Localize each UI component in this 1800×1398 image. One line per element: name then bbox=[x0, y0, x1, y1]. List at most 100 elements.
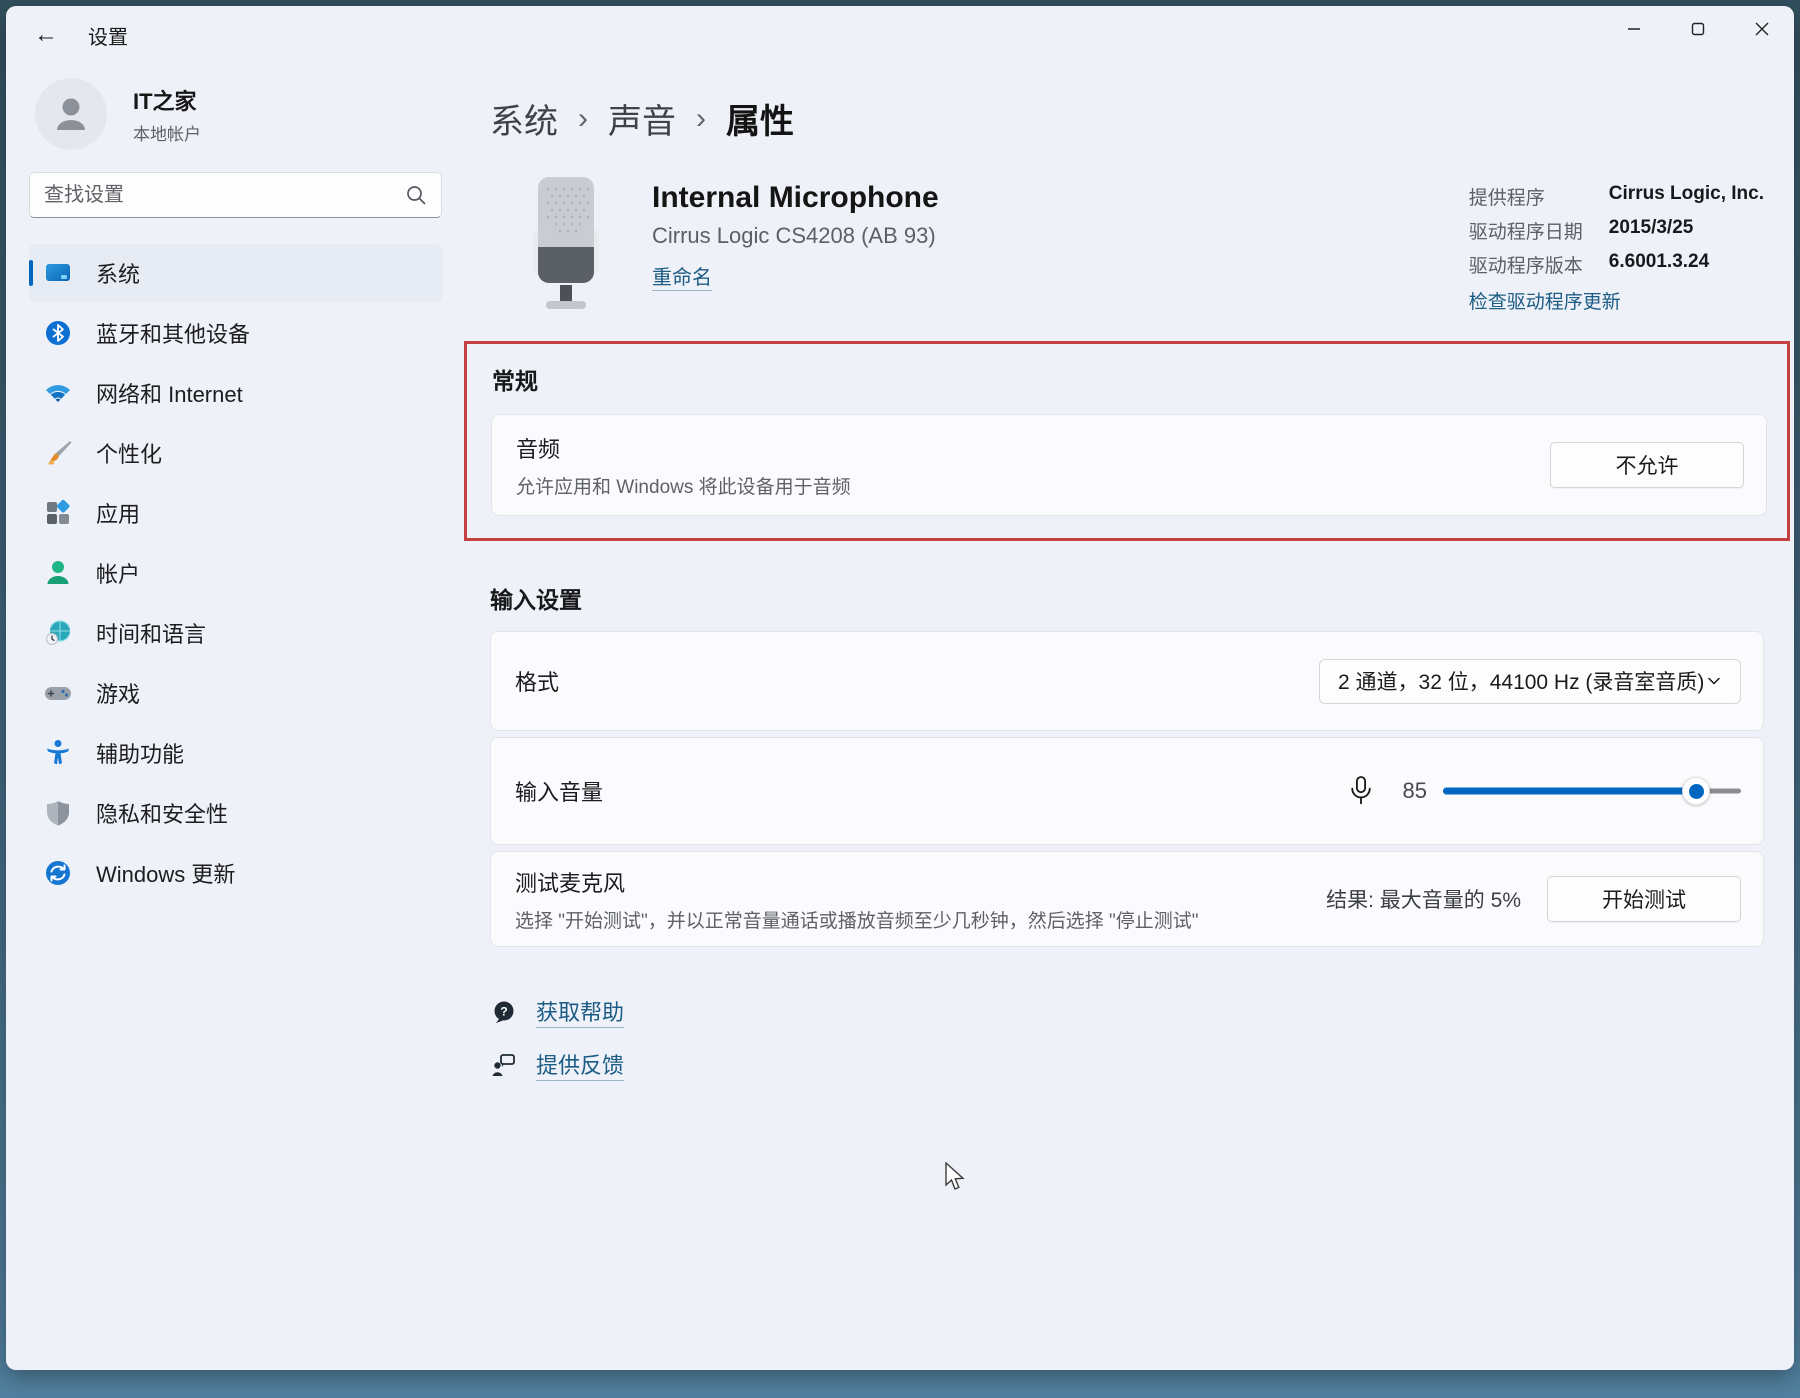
get-help-link[interactable]: 获取帮助 bbox=[536, 995, 624, 1028]
get-help-row[interactable]: ? 获取帮助 bbox=[490, 995, 1764, 1028]
sidebar-item-label: 网络和 Internet bbox=[96, 377, 243, 409]
sidebar-item-label: Windows 更新 bbox=[96, 857, 235, 889]
device-name: Internal Microphone bbox=[652, 181, 939, 215]
help-icon: ? bbox=[490, 998, 518, 1026]
accessibility-icon bbox=[42, 737, 74, 769]
search-icon bbox=[405, 184, 427, 206]
start-test-button[interactable]: 开始测试 bbox=[1547, 876, 1741, 922]
svg-text:?: ? bbox=[500, 1004, 507, 1018]
audio-row-title: 音频 bbox=[516, 432, 851, 464]
search-input[interactable] bbox=[44, 184, 405, 207]
driver-provider-label: 提供程序 bbox=[1469, 183, 1583, 210]
windows-update-icon bbox=[42, 857, 74, 889]
sidebar-item-label: 时间和语言 bbox=[96, 617, 206, 649]
user-account-type: 本地帐户 bbox=[133, 120, 201, 145]
sidebar-item-privacy[interactable]: 隐私和安全性 bbox=[29, 784, 442, 842]
driver-provider-value: Cirrus Logic, Inc. bbox=[1609, 183, 1764, 210]
title-bar: ← 设置 bbox=[6, 6, 1794, 64]
input-settings-header: 输入设置 bbox=[490, 581, 1764, 615]
close-icon bbox=[1755, 22, 1769, 36]
user-name: IT之家 bbox=[133, 84, 201, 116]
avatar bbox=[35, 78, 107, 150]
sidebar-item-bluetooth[interactable]: 蓝牙和其他设备 bbox=[29, 304, 442, 362]
back-arrow-icon: ← bbox=[34, 21, 58, 49]
device-header: Internal Microphone Cirrus Logic CS4208 … bbox=[490, 175, 1764, 315]
sidebar-item-apps[interactable]: 应用 bbox=[29, 484, 442, 542]
test-mic-description: 选择 "开始测试"，并以正常音量通话或播放音频至少几秒钟，然后选择 "停止测试" bbox=[515, 906, 1199, 933]
footer-links: ? 获取帮助 提供反馈 bbox=[490, 995, 1764, 1081]
personalization-icon bbox=[42, 437, 74, 469]
user-profile[interactable]: IT之家 本地帐户 bbox=[35, 78, 442, 150]
sidebar: IT之家 本地帐户 bbox=[6, 64, 452, 1370]
sidebar-item-label: 帐户 bbox=[96, 557, 140, 589]
disallow-button[interactable]: 不允许 bbox=[1550, 442, 1744, 488]
input-volume-slider[interactable] bbox=[1443, 778, 1741, 804]
breadcrumb: 系统 › 声音 › 属性 bbox=[490, 94, 1764, 143]
minimize-icon bbox=[1627, 22, 1641, 36]
apps-icon bbox=[42, 497, 74, 529]
user-icon bbox=[49, 92, 93, 136]
test-microphone-row: 测试麦克风 选择 "开始测试"，并以正常音量通话或播放音频至少几秒钟，然后选择 … bbox=[490, 851, 1764, 947]
driver-info: 提供程序 Cirrus Logic, Inc. 驱动程序日期 2015/3/25… bbox=[1469, 175, 1764, 315]
give-feedback-link[interactable]: 提供反馈 bbox=[536, 1048, 624, 1081]
format-dropdown-value: 2 通道，32 位，44100 Hz (录音室音质) bbox=[1338, 666, 1704, 696]
breadcrumb-properties: 属性 bbox=[726, 94, 794, 143]
sidebar-item-label: 游戏 bbox=[96, 677, 140, 709]
device-model: Cirrus Logic CS4208 (AB 93) bbox=[652, 223, 939, 249]
input-volume-row: 输入音量 85 bbox=[490, 737, 1764, 845]
sidebar-item-personalization[interactable]: 个性化 bbox=[29, 424, 442, 482]
sidebar-item-label: 辅助功能 bbox=[96, 737, 184, 769]
breadcrumb-system[interactable]: 系统 bbox=[490, 94, 558, 143]
maximize-button[interactable] bbox=[1666, 6, 1730, 52]
driver-date-label: 驱动程序日期 bbox=[1469, 217, 1583, 244]
driver-date-value: 2015/3/25 bbox=[1609, 217, 1764, 244]
sidebar-item-label: 隐私和安全性 bbox=[96, 797, 228, 829]
selected-accent-bar bbox=[29, 260, 33, 286]
format-dropdown[interactable]: 2 通道，32 位，44100 Hz (录音室音质) bbox=[1319, 659, 1741, 704]
search-box[interactable] bbox=[29, 172, 442, 218]
general-section-header: 常规 bbox=[492, 362, 1767, 396]
driver-version-value: 6.6001.3.24 bbox=[1609, 251, 1764, 278]
microphone-icon bbox=[1347, 774, 1375, 808]
sidebar-item-label: 蓝牙和其他设备 bbox=[96, 317, 250, 349]
sidebar-item-time-language[interactable]: 时间和语言 bbox=[29, 604, 442, 662]
accounts-icon bbox=[42, 557, 74, 589]
input-volume-value: 85 bbox=[1393, 778, 1427, 804]
chevron-right-icon: › bbox=[696, 102, 706, 136]
test-result-text: 结果: 最大音量的 5% bbox=[1326, 884, 1521, 914]
sidebar-item-accounts[interactable]: 帐户 bbox=[29, 544, 442, 602]
audio-row-description: 允许应用和 Windows 将此设备用于音频 bbox=[516, 472, 851, 499]
network-icon bbox=[42, 377, 74, 409]
minimize-button[interactable] bbox=[1602, 6, 1666, 52]
slider-handle[interactable] bbox=[1682, 777, 1710, 805]
time-language-icon bbox=[42, 617, 74, 649]
sidebar-item-accessibility[interactable]: 辅助功能 bbox=[29, 724, 442, 782]
microphone-image bbox=[526, 175, 606, 315]
chevron-right-icon: › bbox=[578, 102, 588, 136]
close-button[interactable] bbox=[1730, 6, 1794, 52]
settings-window: ← 设置 bbox=[6, 6, 1794, 1370]
privacy-icon bbox=[42, 797, 74, 829]
slider-fill bbox=[1443, 788, 1696, 795]
sidebar-item-system[interactable]: 系统 bbox=[29, 244, 442, 302]
check-driver-update-link[interactable]: 检查驱动程序更新 bbox=[1469, 292, 1621, 313]
input-volume-label: 输入音量 bbox=[515, 775, 603, 807]
bluetooth-icon bbox=[42, 317, 74, 349]
give-feedback-row[interactable]: 提供反馈 bbox=[490, 1048, 1764, 1081]
audio-permission-row: 音频 允许应用和 Windows 将此设备用于音频 不允许 bbox=[491, 414, 1767, 516]
system-icon bbox=[42, 257, 74, 289]
driver-version-label: 驱动程序版本 bbox=[1469, 251, 1583, 278]
sidebar-nav: 系统 蓝牙和其他设备 bbox=[29, 244, 442, 902]
main-content: 系统 › 声音 › 属性 bbox=[452, 64, 1794, 1370]
back-button[interactable]: ← bbox=[26, 17, 66, 53]
sidebar-item-label: 个性化 bbox=[96, 437, 162, 469]
breadcrumb-sound[interactable]: 声音 bbox=[608, 94, 676, 143]
sidebar-item-network[interactable]: 网络和 Internet bbox=[29, 364, 442, 422]
sidebar-item-gaming[interactable]: 游戏 bbox=[29, 664, 442, 722]
rename-link[interactable]: 重命名 bbox=[652, 261, 712, 291]
sidebar-item-windows-update[interactable]: Windows 更新 bbox=[29, 844, 442, 902]
format-label: 格式 bbox=[515, 665, 559, 697]
gaming-icon bbox=[42, 677, 74, 709]
sidebar-item-label: 系统 bbox=[96, 257, 140, 289]
app-title: 设置 bbox=[88, 21, 128, 50]
